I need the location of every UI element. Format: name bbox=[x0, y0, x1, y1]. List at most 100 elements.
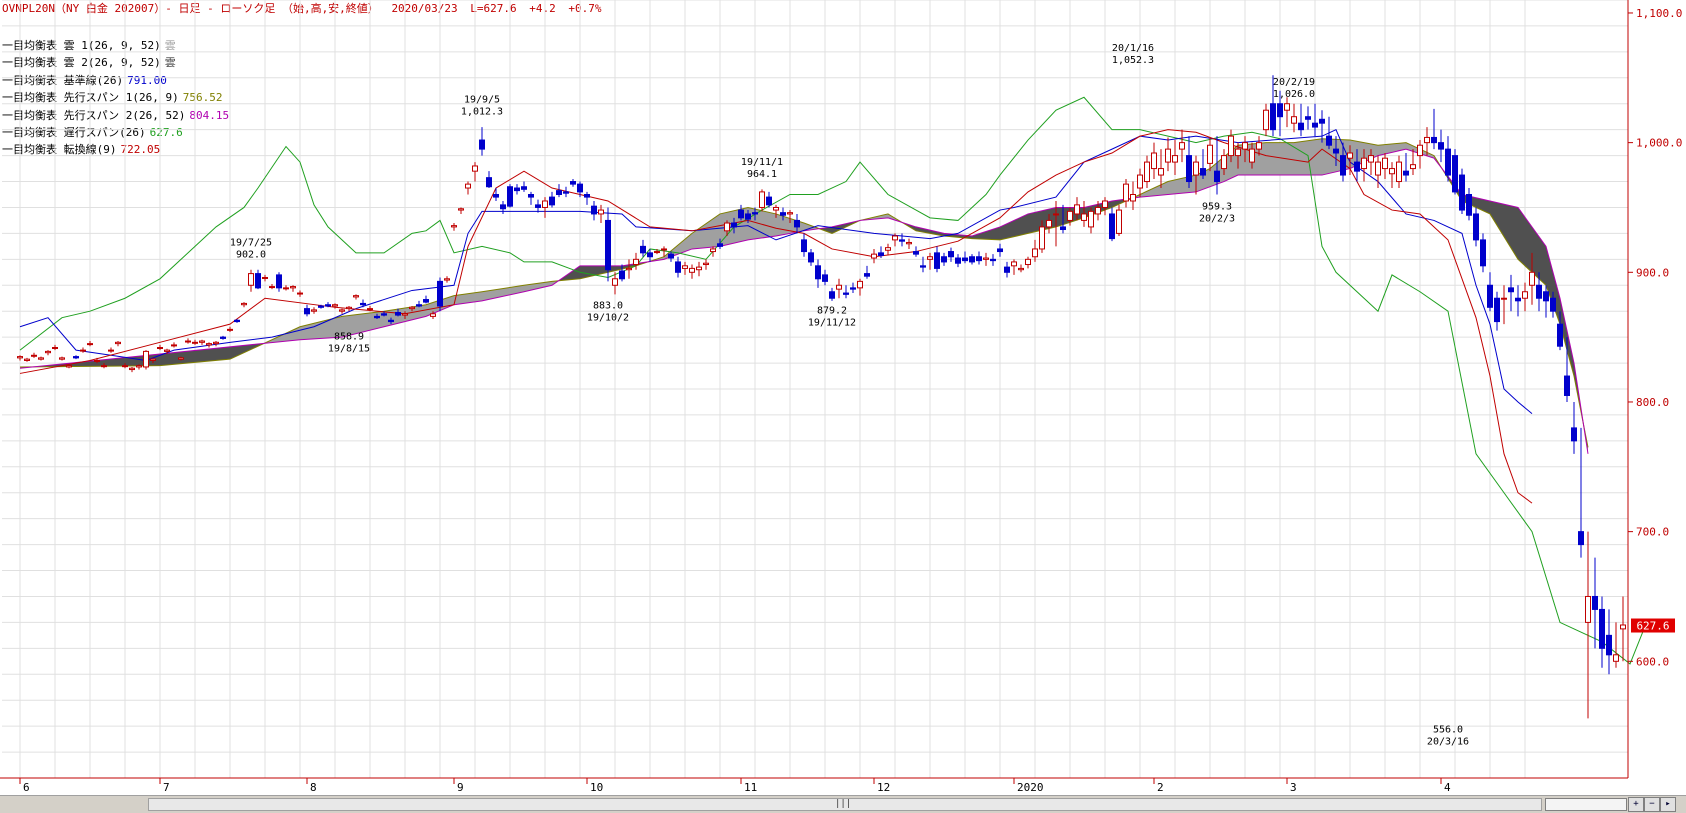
candle-body bbox=[1033, 249, 1038, 257]
cloud-segment bbox=[1172, 180, 1176, 194]
candle-body bbox=[1138, 175, 1143, 188]
cloud-segment bbox=[1165, 182, 1169, 195]
candle-body bbox=[95, 360, 100, 361]
cloud-segment bbox=[377, 312, 381, 329]
cloud-segment bbox=[1263, 143, 1267, 175]
candle-body bbox=[1467, 195, 1472, 216]
candle-body bbox=[1530, 272, 1535, 285]
candle-body bbox=[298, 293, 303, 294]
cloud-segment bbox=[209, 349, 213, 361]
annotation-date: 19/10/2 bbox=[587, 312, 629, 323]
cloud-segment bbox=[787, 217, 791, 234]
candle-body bbox=[872, 254, 877, 258]
cloud-segment bbox=[304, 325, 308, 339]
annotation-value: 902.0 bbox=[236, 250, 266, 261]
candle-body bbox=[543, 201, 548, 207]
cloud-segment bbox=[990, 229, 994, 239]
candle-body bbox=[795, 220, 800, 226]
candle-body bbox=[1411, 165, 1416, 169]
annotation-date: 20/2/19 bbox=[1273, 77, 1315, 88]
candle-body bbox=[1299, 123, 1304, 129]
candle-body bbox=[676, 262, 681, 272]
candle-body bbox=[1439, 143, 1444, 149]
scroll-track[interactable]: ||| bbox=[148, 798, 1542, 811]
cloud-segment bbox=[1280, 143, 1284, 175]
candle-body bbox=[774, 207, 779, 210]
cloud-segment bbox=[174, 352, 178, 364]
cloud-segment bbox=[1032, 212, 1036, 232]
tenkan-line bbox=[20, 130, 1532, 503]
cloud-segment bbox=[300, 326, 304, 340]
cloud-segment bbox=[1543, 242, 1547, 286]
cloud-segment bbox=[1518, 207, 1522, 262]
candle-body bbox=[1166, 149, 1171, 162]
cloud-segment bbox=[1322, 139, 1326, 175]
candle-body bbox=[410, 307, 415, 308]
candle-body bbox=[88, 344, 93, 345]
candle-body bbox=[116, 342, 121, 343]
candle-body bbox=[788, 213, 793, 214]
candle-body bbox=[893, 236, 898, 240]
candle-body bbox=[1614, 655, 1619, 661]
annotation-date: 20/3/16 bbox=[1427, 736, 1469, 747]
candle-body bbox=[1292, 117, 1297, 123]
cloud-segment bbox=[216, 348, 220, 361]
x-tick-label: 12 bbox=[877, 781, 890, 794]
cloud-segment bbox=[1004, 224, 1008, 239]
cloud-segment bbox=[1196, 173, 1200, 191]
candle-body bbox=[214, 342, 219, 343]
candle-body bbox=[1005, 267, 1010, 272]
candle-body bbox=[662, 249, 667, 250]
candle-body bbox=[1320, 119, 1325, 123]
candle-body bbox=[1432, 137, 1437, 142]
cloud-segment bbox=[1515, 207, 1519, 260]
expand-icon[interactable]: ▸ bbox=[1660, 797, 1676, 812]
cloud-segment bbox=[1532, 227, 1536, 276]
cloud-segment bbox=[111, 359, 115, 366]
annotation-value: 964.1 bbox=[747, 169, 777, 180]
scroll-zoom-slider[interactable] bbox=[1545, 798, 1627, 811]
cloud-segment bbox=[587, 266, 591, 277]
candle-body bbox=[1495, 298, 1500, 321]
cloud-segment bbox=[475, 292, 479, 302]
candle-body bbox=[1516, 298, 1521, 301]
y-tick-label: 700.0 bbox=[1636, 526, 1669, 539]
candle-body bbox=[130, 368, 135, 369]
candle-body bbox=[1425, 137, 1430, 142]
candle-body bbox=[1446, 149, 1451, 175]
y-axis: 600.0700.0800.0900.01,000.01,100.0627.6 bbox=[1628, 0, 1682, 778]
candle-body bbox=[1257, 143, 1262, 149]
candle-body bbox=[1586, 596, 1591, 622]
cloud-segment bbox=[489, 290, 493, 299]
cloud-segment bbox=[1182, 177, 1186, 193]
cloud-segment bbox=[1210, 166, 1214, 187]
candle-body bbox=[1278, 104, 1283, 117]
cloud-segment bbox=[227, 347, 231, 360]
cloud-segment bbox=[90, 361, 94, 367]
candle-body bbox=[998, 249, 1003, 252]
cloud-segment bbox=[125, 357, 129, 366]
cloud-segment bbox=[584, 266, 588, 278]
candle-body bbox=[1243, 143, 1248, 149]
zoom-in-icon[interactable]: + bbox=[1628, 797, 1644, 812]
cloud-segment bbox=[496, 289, 500, 298]
cloud-segment bbox=[1193, 175, 1197, 192]
horizontal-scrollbar[interactable]: ||| + − ▸ bbox=[0, 795, 1686, 813]
candle-body bbox=[333, 305, 338, 306]
cloud-segment bbox=[136, 356, 140, 366]
ichimoku-cloud bbox=[20, 139, 1588, 454]
zoom-out-icon[interactable]: − bbox=[1644, 797, 1660, 812]
cloud-segment bbox=[1389, 144, 1393, 153]
candle-body bbox=[564, 192, 569, 193]
candle-body bbox=[67, 366, 72, 367]
candle-body bbox=[844, 293, 849, 294]
candle-body bbox=[1453, 156, 1458, 192]
price-chart[interactable]: 19/7/25902.0858.919/8/1519/9/51,012.3883… bbox=[0, 0, 1686, 795]
cloud-segment bbox=[1382, 145, 1386, 155]
candle-body bbox=[550, 197, 555, 205]
cloud-segment bbox=[1315, 139, 1319, 175]
cloud-segment bbox=[171, 353, 175, 365]
candle-body bbox=[585, 195, 590, 198]
scroll-grip[interactable]: ||| bbox=[835, 799, 851, 810]
cloud-segment bbox=[416, 306, 420, 319]
